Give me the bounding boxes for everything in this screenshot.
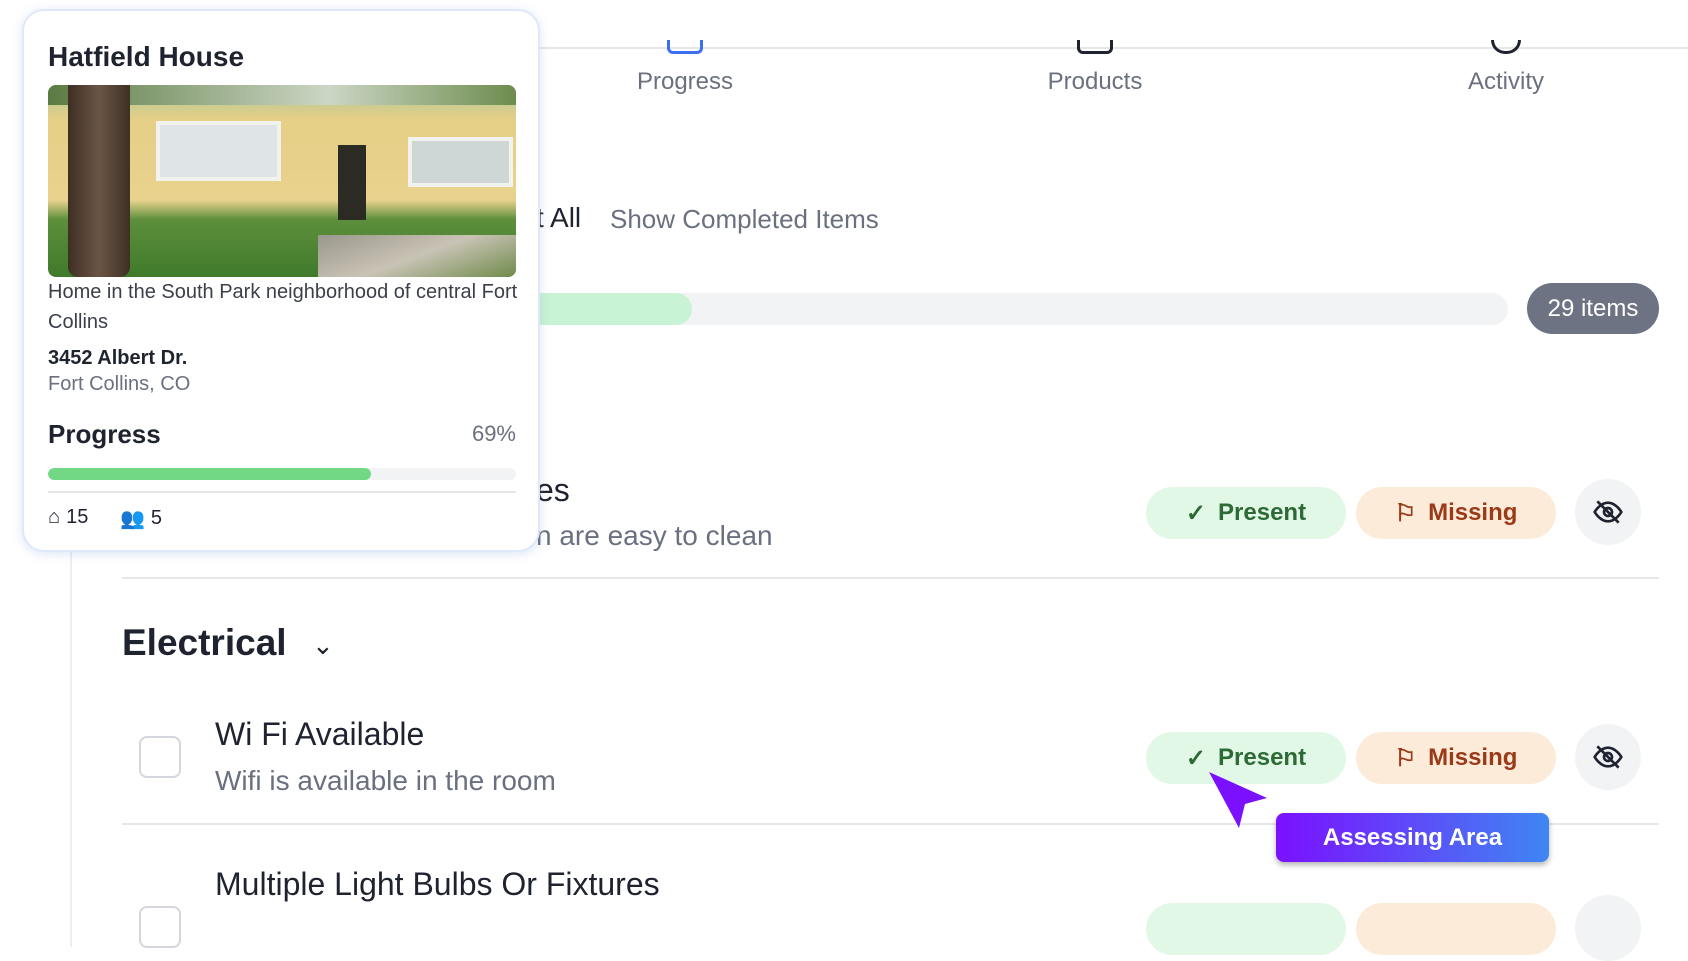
section-title: Electrical [122,622,287,663]
missing-button[interactable]: ⚐ Missing [1356,487,1556,539]
assessing-area-tooltip: Assessing Area [1276,813,1549,862]
home-icon: ⌂ [48,506,61,528]
item-title: Wi Fi Available [215,716,425,752]
tab-progress[interactable]: Progress [637,68,733,96]
property-title: Hatfield House [48,41,245,72]
hide-item-button[interactable] [1575,724,1641,790]
item-title: Multiple Light Bulbs Or Fixtures [215,866,660,902]
missing-button[interactable]: ⚐ Missing [1356,732,1556,784]
hide-item-button[interactable] [1575,479,1641,545]
show-completed-button[interactable]: Show Completed Items [610,204,879,235]
flag-icon: ⚐ [1394,499,1417,527]
check-icon: ✓ [1185,499,1207,527]
item-subtitle: n are easy to clean [536,520,773,551]
item-checkbox[interactable] [139,736,181,778]
property-image [48,85,516,277]
overall-progress-bar [500,293,1508,325]
users-icon: 👥 [120,508,145,530]
property-description: Home in the South Park neighborhood of c… [48,281,518,333]
select-all-button[interactable]: t All [536,202,581,234]
divider [122,577,1659,579]
property-card[interactable]: Hatfield House Home in the South Park ne… [22,9,540,552]
people-count: 👥 5 [120,507,163,530]
products-icon [1077,40,1113,54]
address-line1: 3452 Albert Dr. [48,347,188,369]
eye-off-icon [1593,745,1623,769]
hide-item-button[interactable] [1575,895,1641,961]
present-button[interactable] [1146,903,1346,955]
tab-activity[interactable]: Activity [1468,68,1544,96]
item-title: es [536,472,570,508]
card-progress-bar [48,468,516,480]
address-line2: Fort Collins, CO [48,373,191,395]
eye-off-icon [1593,500,1623,524]
progress-value: 69% [471,421,516,446]
progress-label: Progress [48,419,161,449]
flag-icon: ⚐ [1394,744,1417,772]
chevron-down-icon[interactable]: ⌄ [312,630,334,661]
check-icon: ✓ [1185,744,1207,772]
tab-products[interactable]: Products [1048,68,1143,96]
divider [48,491,516,493]
cursor-pointer-icon [1209,772,1267,828]
item-subtitle: Wifi is available in the room [215,765,556,796]
progress-icon [667,40,703,54]
item-checkbox[interactable] [139,906,181,948]
progress-fill [48,468,371,480]
items-count-badge: 29 items [1527,283,1659,334]
rooms-count: ⌂ 15 [48,506,89,528]
missing-button[interactable] [1356,903,1556,955]
present-button[interactable]: ✓ Present [1146,487,1346,539]
